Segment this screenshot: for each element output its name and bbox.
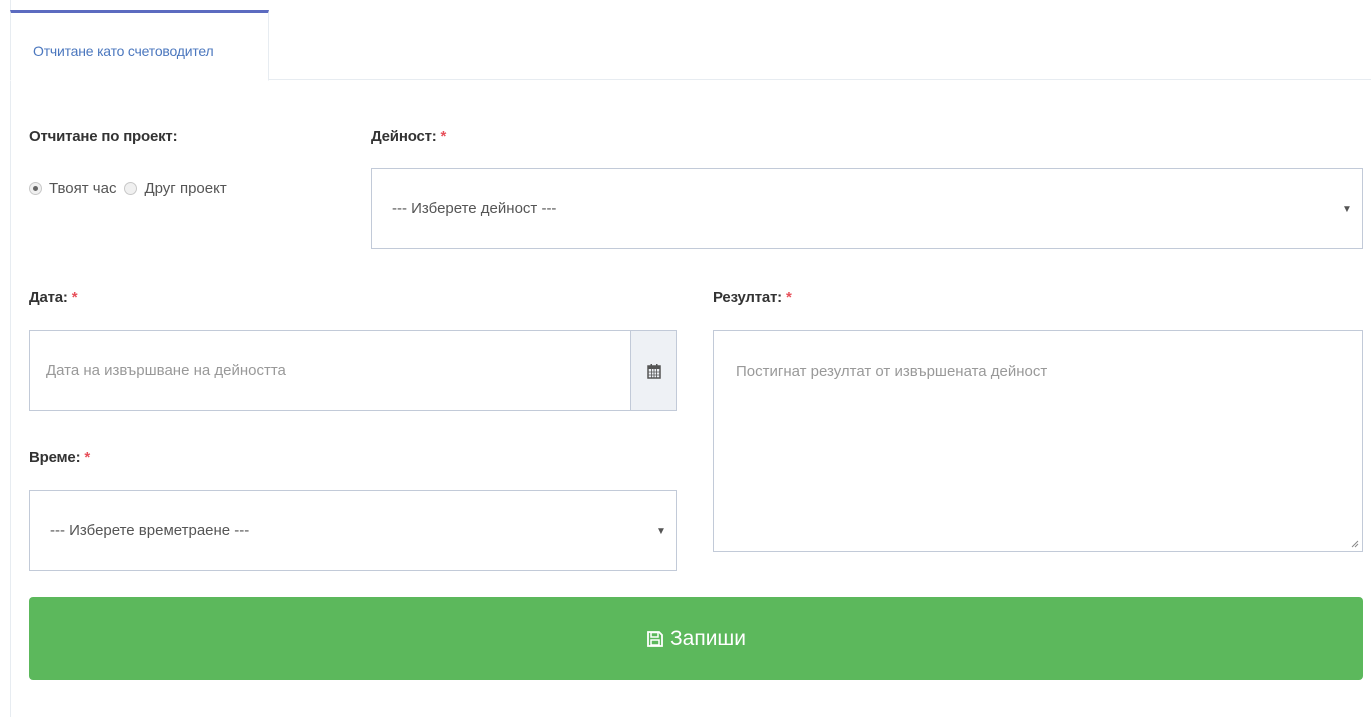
tab-label: Отчитане като счетоводител [33, 43, 214, 59]
tab-accountant-report[interactable]: Отчитане като счетоводител [10, 10, 269, 81]
activity-select-value: --- Изберете дейност --- [392, 200, 557, 217]
resize-handle-icon[interactable] [1351, 540, 1359, 548]
tab-bar: Отчитане като счетоводител [10, 0, 1371, 81]
required-marker: * [440, 128, 447, 145]
required-marker: * [84, 449, 91, 466]
radio-other-project[interactable]: Друг проект [124, 180, 227, 197]
chevron-down-icon: ▼ [656, 525, 666, 537]
required-marker: * [71, 289, 78, 306]
radio-button-checked[interactable] [29, 182, 42, 195]
project-radio-group: Твоят час Друг проект [29, 180, 235, 197]
radio-own-hour[interactable]: Твоят час [29, 180, 116, 197]
calendar-icon [646, 363, 661, 379]
floppy-disk-icon [646, 630, 664, 648]
chevron-down-icon: ▼ [1342, 203, 1352, 215]
radio-button[interactable] [124, 182, 138, 195]
radio-own-hour-label: Твоят час [49, 180, 117, 197]
required-marker: * [785, 289, 792, 306]
time-label: Време: * [29, 449, 91, 466]
time-select-value: --- Изберете времетраене --- [50, 522, 250, 539]
activity-label: Дейност: * [371, 128, 447, 145]
time-select[interactable]: --- Изберете времетраене --- ▼ [29, 490, 677, 571]
result-label: Резултат: * [713, 289, 792, 306]
activity-select[interactable]: --- Изберете дейност --- ▼ [371, 168, 1363, 249]
save-button[interactable]: Запиши [29, 597, 1363, 680]
calendar-button[interactable] [630, 331, 676, 410]
date-label: Дата: * [29, 289, 78, 306]
date-field[interactable]: Дата на извършване на дейността [29, 330, 677, 411]
radio-other-project-label: Друг проект [144, 180, 227, 197]
save-button-label: Запиши [669, 626, 747, 650]
project-label: Отчитане по проект: [29, 128, 178, 145]
date-placeholder: Дата на извършване на дейността [46, 362, 286, 379]
result-textarea[interactable]: Постигнат резултат от извършената дейнос… [713, 330, 1363, 552]
result-placeholder: Постигнат резултат от извършената дейнос… [736, 363, 1048, 380]
